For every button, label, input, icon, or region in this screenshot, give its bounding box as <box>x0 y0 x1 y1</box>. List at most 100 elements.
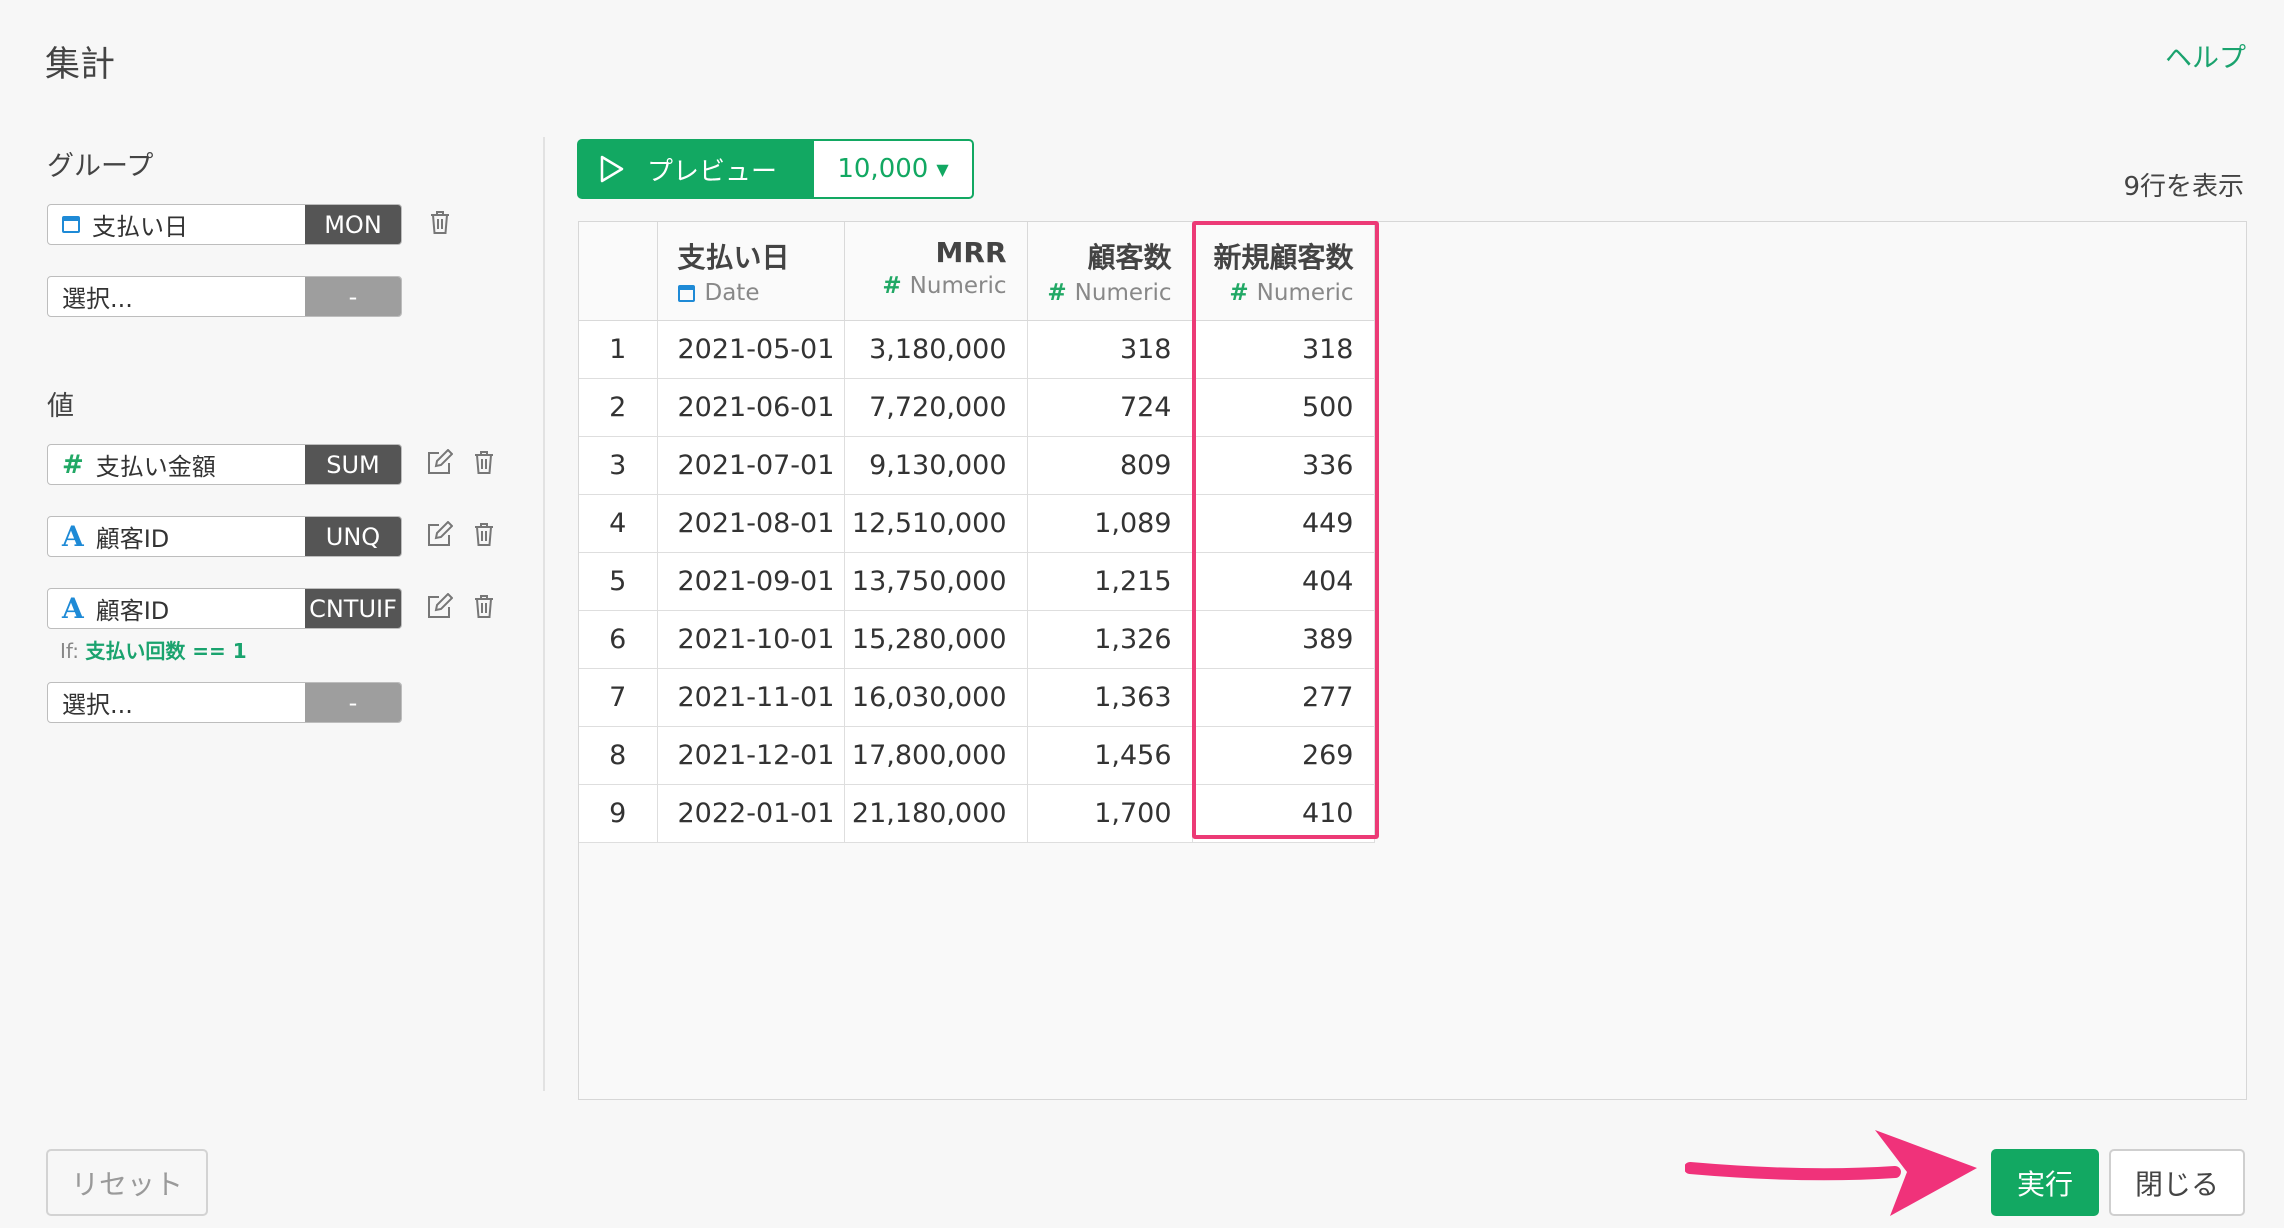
table-cell: 12,510,000 <box>844 494 1028 553</box>
hash-icon: # <box>1047 280 1067 306</box>
preview-button[interactable]: プレビュー <box>577 139 814 199</box>
column-header[interactable]: 新規顧客数 # Numeric <box>1192 222 1375 321</box>
calendar-icon <box>62 216 80 233</box>
trash-icon[interactable] <box>425 207 455 237</box>
value-aggregation-tag[interactable]: SUM <box>305 445 401 484</box>
trash-icon[interactable] <box>469 447 499 477</box>
column-header[interactable]: MRR # Numeric <box>844 222 1028 321</box>
value-item-payment-amount[interactable]: # 支払い金額 SUM <box>47 444 402 485</box>
row-index: 8 <box>579 726 658 785</box>
table-row: 5 2021-09-01 13,750,000 1,215 404 <box>579 552 1375 611</box>
group-item-label: 支払い日 <box>92 213 188 241</box>
edit-icon[interactable] <box>424 520 454 550</box>
table-cell: 809 <box>1027 436 1193 495</box>
table-row: 6 2021-10-01 15,280,000 1,326 389 <box>579 610 1375 669</box>
table-cell: 1,363 <box>1027 668 1193 727</box>
value-select-placeholder: 選択... <box>62 691 133 719</box>
close-button[interactable]: 閉じる <box>2109 1149 2245 1216</box>
row-limit-value: 10,000 <box>837 154 929 184</box>
table-cell: 1,089 <box>1027 494 1193 553</box>
table-cell: 2021-11-01 <box>657 668 845 727</box>
text-type-icon: A <box>62 592 84 625</box>
value-aggregation-tag[interactable]: UNQ <box>305 517 401 556</box>
table-cell: 404 <box>1192 552 1375 611</box>
preview-table-container: 支払い日 Date MRR # Numeric 顧客数 # Numeric 新規顧客… <box>578 221 2247 1100</box>
column-header[interactable]: 顧客数 # Numeric <box>1027 222 1193 321</box>
table-cell: 2021-10-01 <box>657 610 845 669</box>
trash-icon[interactable] <box>469 591 499 621</box>
row-index: 5 <box>579 552 658 611</box>
group-item-payment-date[interactable]: 支払い日 MON <box>47 204 402 245</box>
row-index-header <box>579 222 658 321</box>
group-section-label: グループ <box>47 151 154 182</box>
calendar-icon <box>677 284 695 302</box>
table-cell: 1,215 <box>1027 552 1193 611</box>
table-cell: 277 <box>1192 668 1375 727</box>
reset-button[interactable]: リセット <box>46 1149 208 1216</box>
table-cell: 13,750,000 <box>844 552 1028 611</box>
table-cell: 2021-05-01 <box>657 320 845 379</box>
table-row: 9 2022-01-01 21,180,000 1,700 410 <box>579 784 1375 843</box>
table-cell: 3,180,000 <box>844 320 1028 379</box>
row-index: 9 <box>579 784 658 843</box>
help-link[interactable]: ヘルプ <box>2165 36 2246 75</box>
row-index: 3 <box>579 436 658 495</box>
row-index: 6 <box>579 610 658 669</box>
play-icon <box>600 155 624 183</box>
group-aggregation-tag[interactable]: MON <box>305 205 401 244</box>
table-row: 2 2021-06-01 7,720,000 724 500 <box>579 378 1375 437</box>
hash-icon: # <box>1229 280 1249 306</box>
value-select-tag: - <box>305 683 401 722</box>
table-cell: 15,280,000 <box>844 610 1028 669</box>
pointer-arrow-annotation <box>1685 1130 1977 1216</box>
row-index: 7 <box>579 668 658 727</box>
page-title: 集計 <box>45 45 116 85</box>
value-item-label: 顧客ID <box>95 525 170 553</box>
table-cell: 2021-06-01 <box>657 378 845 437</box>
hash-icon: # <box>882 273 902 299</box>
group-select-placeholder: 選択... <box>62 285 133 313</box>
panel-divider <box>543 137 545 1091</box>
table-cell: 7,720,000 <box>844 378 1028 437</box>
value-item-customer-id-unique[interactable]: A 顧客ID UNQ <box>47 516 402 557</box>
table-cell: 2021-12-01 <box>657 726 845 785</box>
table-cell: 336 <box>1192 436 1375 495</box>
value-item-customer-id-countif[interactable]: A 顧客ID CNTUIF <box>47 588 402 629</box>
table-cell: 17,800,000 <box>844 726 1028 785</box>
value-select-field[interactable]: 選択... - <box>47 682 402 723</box>
table-cell: 21,180,000 <box>844 784 1028 843</box>
table-cell: 269 <box>1192 726 1375 785</box>
caret-down-icon: ▼ <box>936 159 949 179</box>
table-cell: 2021-07-01 <box>657 436 845 495</box>
row-index: 1 <box>579 320 658 379</box>
table-cell: 2021-09-01 <box>657 552 845 611</box>
edit-icon[interactable] <box>424 448 454 478</box>
table-cell: 318 <box>1192 320 1375 379</box>
table-cell: 318 <box>1027 320 1193 379</box>
values-section-label: 値 <box>47 391 74 422</box>
table-cell: 410 <box>1192 784 1375 843</box>
table-cell: 1,456 <box>1027 726 1193 785</box>
table-row: 7 2021-11-01 16,030,000 1,363 277 <box>579 668 1375 727</box>
trash-icon[interactable] <box>469 519 499 549</box>
value-condition: If: 支払い回数 == 1 <box>60 635 247 664</box>
row-count-info: 9行を表示 <box>2123 172 2244 202</box>
table-cell: 9,130,000 <box>844 436 1028 495</box>
edit-icon[interactable] <box>424 592 454 622</box>
value-aggregation-tag[interactable]: CNTUIF <box>305 589 401 628</box>
table-row: 1 2021-05-01 3,180,000 318 318 <box>579 320 1375 379</box>
preview-table: 支払い日 Date MRR # Numeric 顧客数 # Numeric 新規顧客… <box>579 222 1375 843</box>
group-select-field[interactable]: 選択... - <box>47 276 402 317</box>
condition-expression: 支払い回数 == 1 <box>85 639 247 663</box>
table-header-row: 支払い日 Date MRR # Numeric 顧客数 # Numeric 新規顧客… <box>579 222 1375 321</box>
row-index: 2 <box>579 378 658 437</box>
run-button[interactable]: 実行 <box>1991 1149 2099 1216</box>
row-limit-dropdown[interactable]: 10,000 ▼ <box>814 139 974 199</box>
table-cell: 500 <box>1192 378 1375 437</box>
column-header[interactable]: 支払い日 Date <box>657 222 845 321</box>
value-item-label: 顧客ID <box>95 597 170 625</box>
preview-label: プレビュー <box>647 156 778 187</box>
hash-icon: # <box>62 449 84 480</box>
condition-prefix: If: <box>60 639 79 663</box>
value-item-label: 支払い金額 <box>95 453 216 481</box>
